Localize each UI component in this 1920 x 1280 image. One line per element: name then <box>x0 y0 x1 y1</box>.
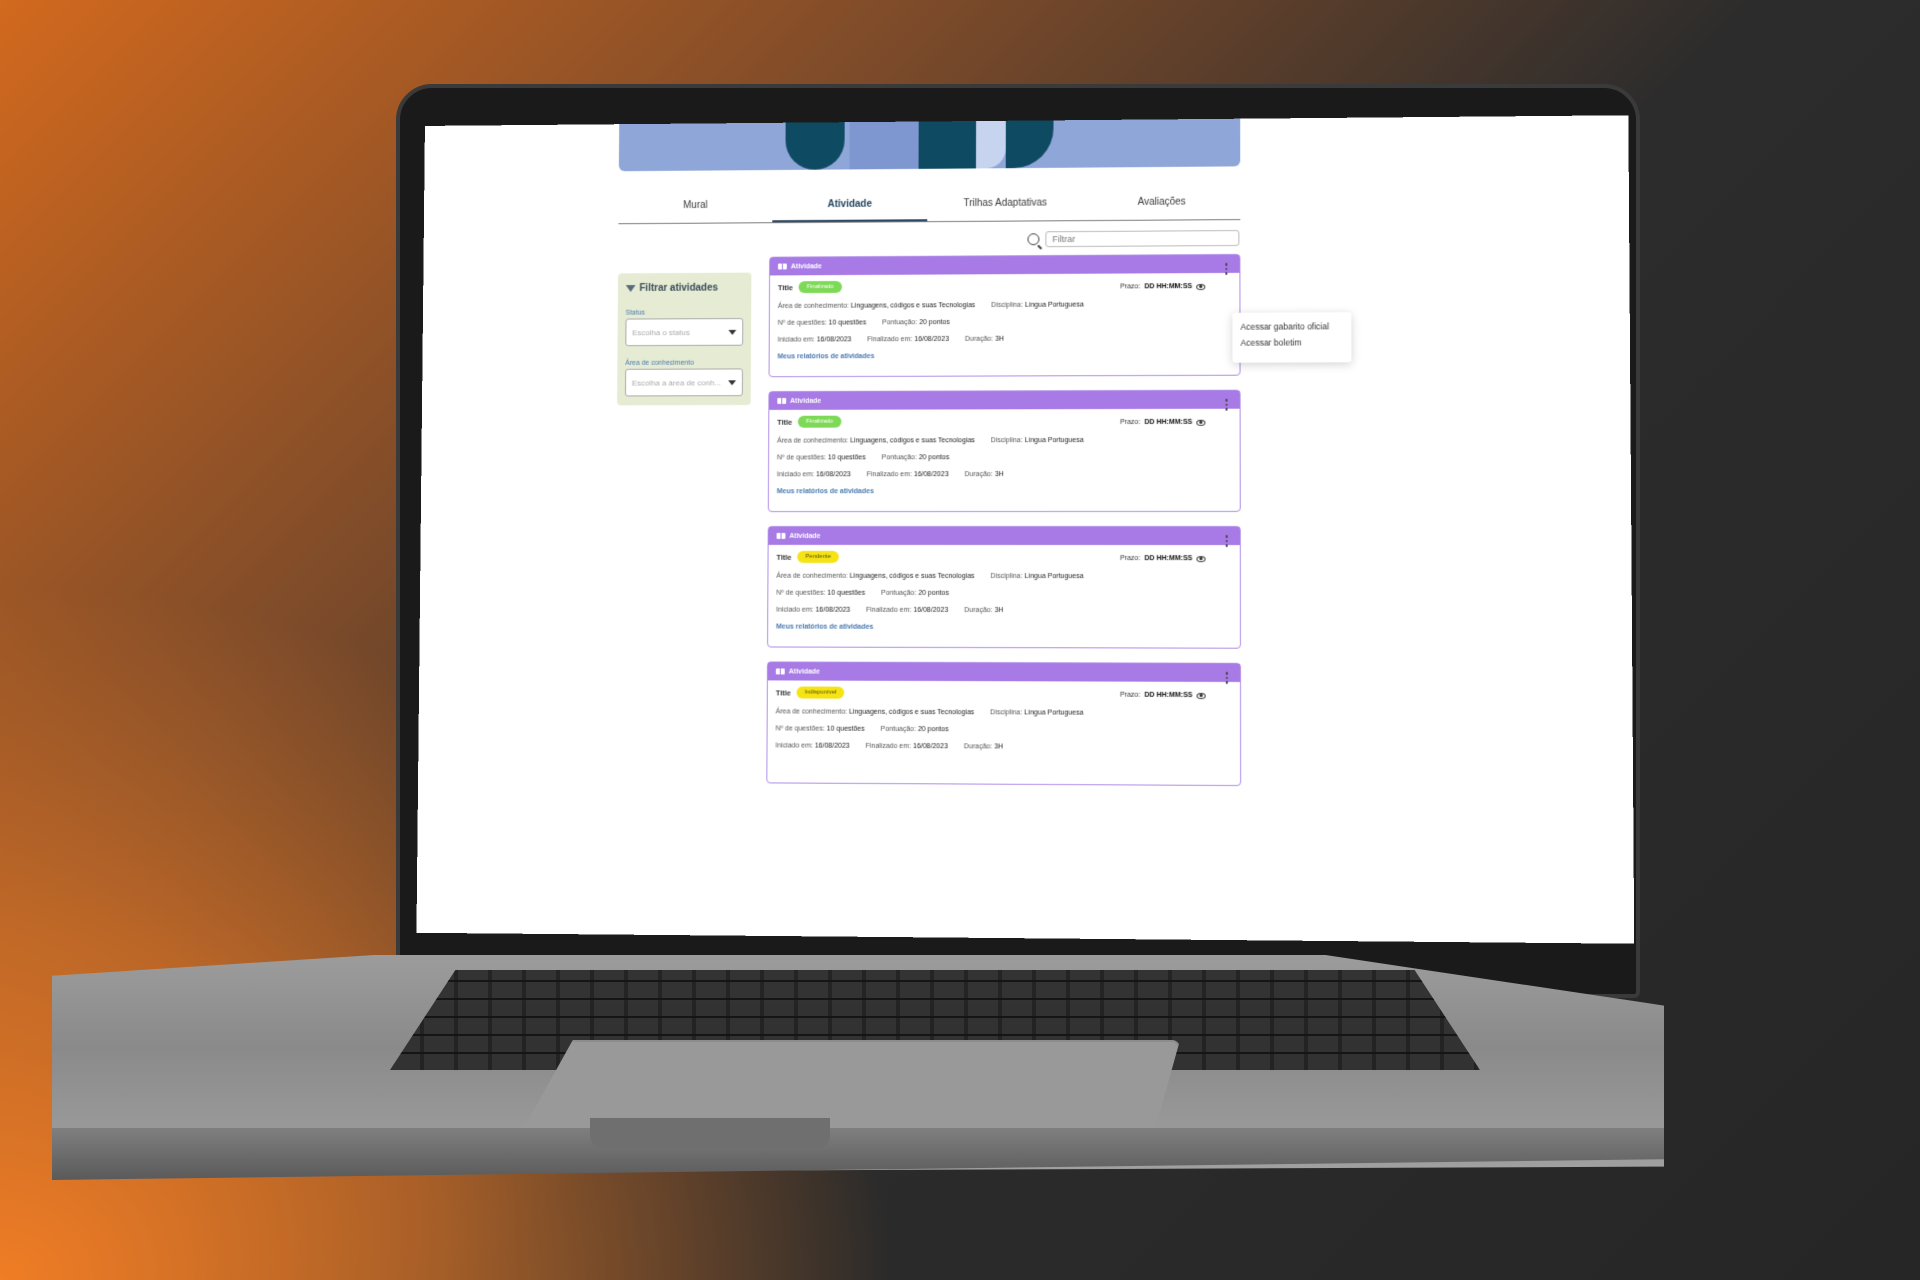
card-title: Title <box>777 417 793 427</box>
tab-atividade[interactable]: Atividade <box>772 186 928 223</box>
status-badge: Finalizado <box>798 280 842 294</box>
reports-link[interactable]: Meus relatórios de atividades <box>778 352 1232 360</box>
area-placeholder: Escolha a área de conh... <box>631 377 722 388</box>
chevron-down-icon <box>728 379 737 385</box>
reports-link[interactable]: Meus relatórios de atividades <box>777 488 1232 495</box>
menu-item-boletim[interactable]: Acessar boletim <box>1241 334 1344 350</box>
card-header-label: Atividade <box>790 397 822 405</box>
course-banner <box>618 118 1241 172</box>
deadline: Prazo: DD HH:MM:SS <box>1120 692 1206 699</box>
menu-item-gabarito[interactable]: Acessar gabarito oficial <box>1240 318 1343 334</box>
status-badge: Finalizado <box>798 415 842 428</box>
reports-link[interactable]: Meus relatórios de atividades <box>776 624 1232 632</box>
activity-list: Atividade Title Finalizado Prazo: DD HH:M… <box>766 253 1242 800</box>
status-placeholder: Escolha o status <box>632 327 690 337</box>
deadline: Prazo: DD HH:MM:SS <box>1120 283 1206 290</box>
more-options-icon[interactable] <box>1225 535 1228 547</box>
status-select[interactable]: Escolha o status <box>625 318 744 347</box>
more-options-icon[interactable] <box>1224 398 1228 411</box>
status-badge: Indisponível <box>796 686 845 699</box>
search-bar <box>1027 230 1240 248</box>
options-menu: Acessar gabarito oficial Acessar boletim <box>1232 312 1352 363</box>
filter-title-text: Filtrar atividades <box>639 282 718 294</box>
chevron-down-icon <box>728 329 737 335</box>
status-label: Status <box>625 309 646 317</box>
deadline: Prazo: DD HH:MM:SS <box>1120 419 1206 426</box>
book-icon <box>776 532 786 539</box>
filter-panel: Filtrar atividades Status Escolha o stat… <box>617 272 752 406</box>
tab-bar: Mural Atividade Trilhas Adaptativas Aval… <box>618 184 1241 225</box>
book-icon <box>777 263 787 270</box>
card-header-label: Atividade <box>788 667 820 676</box>
laptop-notch <box>590 1118 830 1148</box>
filter-title: Filtrar atividades <box>625 282 744 294</box>
area-label: Área de conhecimento <box>625 359 694 367</box>
status-badge: Pendente <box>797 550 839 563</box>
eye-icon[interactable] <box>1196 692 1206 699</box>
deadline: Prazo: DD HH:MM:SS <box>1120 555 1206 562</box>
book-icon <box>777 397 787 404</box>
app-screen: Mural Atividade Trilhas Adaptativas Aval… <box>416 115 1635 944</box>
tab-avaliacoes[interactable]: Avaliações <box>1083 184 1240 220</box>
card-title: Title <box>777 282 793 292</box>
card-header-label: Atividade <box>789 532 821 540</box>
activity-card: Atividade Title Pendente Prazo: DD HH:MM:… <box>767 525 1241 649</box>
activity-card: Atividade Title Finalizado Prazo: DD HH:M… <box>767 389 1241 513</box>
search-icon[interactable] <box>1027 233 1040 246</box>
activity-card: Atividade Title Indisponível Prazo: DD HH… <box>766 661 1242 787</box>
card-header: Atividade <box>769 390 1240 410</box>
card-header: Atividade <box>767 662 1240 682</box>
card-title: Title <box>776 552 792 562</box>
card-title: Title <box>775 687 791 697</box>
area-select[interactable]: Escolha a área de conh... <box>624 368 743 397</box>
search-input[interactable] <box>1045 230 1240 248</box>
tab-trilhas-adaptativas[interactable]: Trilhas Adaptativas <box>927 185 1083 221</box>
book-icon <box>775 668 785 675</box>
eye-icon[interactable] <box>1196 555 1206 562</box>
card-header: Atividade <box>768 527 1240 546</box>
more-options-icon[interactable] <box>1225 671 1228 684</box>
card-header-label: Atividade <box>790 262 822 270</box>
more-options-icon[interactable] <box>1224 262 1228 275</box>
tab-mural[interactable]: Mural <box>618 188 772 223</box>
eye-icon[interactable] <box>1196 283 1206 290</box>
funnel-icon <box>625 285 636 292</box>
activity-card: Atividade Title Finalizado Prazo: DD HH:M… <box>768 253 1241 378</box>
eye-icon[interactable] <box>1196 419 1206 426</box>
